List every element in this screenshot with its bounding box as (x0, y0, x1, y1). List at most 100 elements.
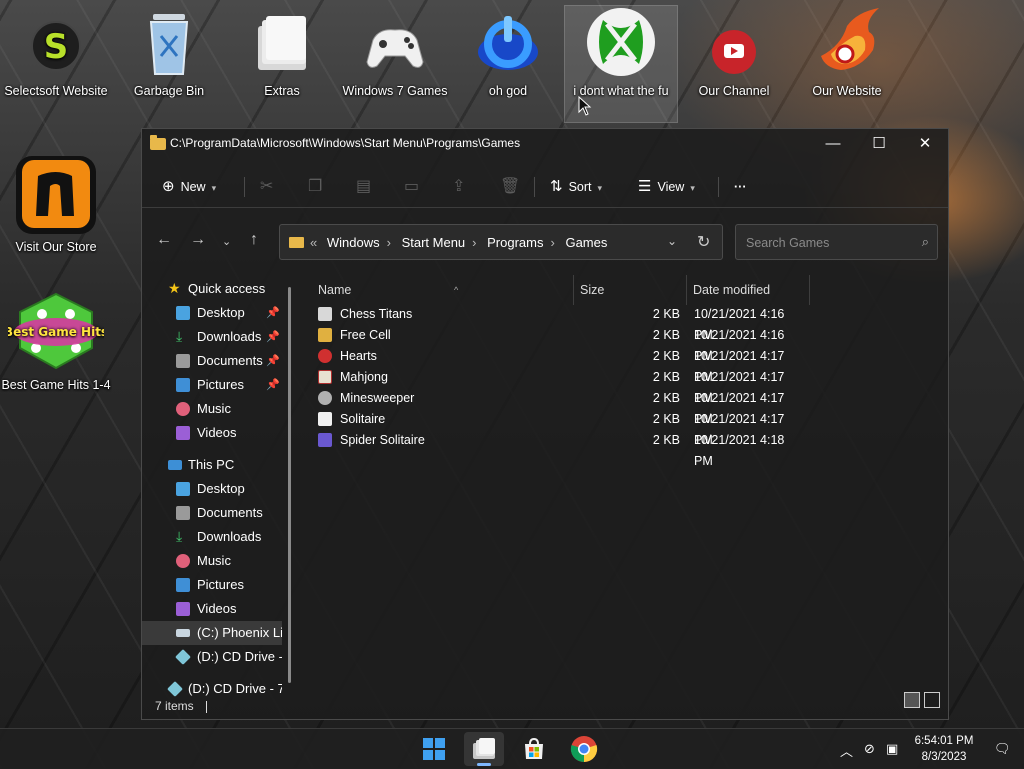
sidebar-item-documents[interactable]: Documents 📌 (142, 349, 282, 373)
minimize-button[interactable]: — (810, 129, 856, 159)
new-button[interactable]: ⊕ New ▾ (162, 175, 216, 199)
sidebar-item-pc-documents[interactable]: Documents (142, 501, 282, 525)
rename-button[interactable]: ▭ (404, 175, 419, 199)
pin-icon[interactable]: 📌 (266, 325, 280, 349)
breadcrumb-item-games[interactable]: Games (565, 235, 607, 250)
pin-icon[interactable]: 📌 (266, 373, 280, 397)
chevron-right-icon[interactable]: › (387, 235, 391, 250)
close-button[interactable]: ✕ (902, 129, 948, 159)
pin-icon[interactable]: 📌 (266, 349, 280, 373)
column-divider[interactable] (573, 275, 574, 305)
file-size: 2 KB (652, 433, 680, 447)
desktop-icon-label: Our Channel (698, 84, 770, 98)
search-box[interactable]: ⌕ (735, 224, 938, 260)
notifications-icon[interactable]: 🗨 (994, 741, 1011, 757)
rename-icon: ▭ (404, 178, 420, 195)
title-bar[interactable]: C:\ProgramData\Microsoft\Windows\Start M… (142, 129, 948, 159)
cut-button[interactable]: ✂ (260, 175, 273, 199)
desktop-icon-extras[interactable]: Extras (226, 6, 338, 98)
start-button[interactable] (414, 732, 454, 766)
recent-locations-chevron-icon[interactable]: ⌄ (222, 235, 231, 248)
back-arrow-icon[interactable]: ← (156, 231, 172, 249)
desktop-icon-garbage-bin[interactable]: Garbage Bin (113, 6, 225, 98)
sidebar-item-quick-access[interactable]: ★ Quick access (142, 277, 282, 301)
address-bar[interactable]: « Windows › Start Menu › Programs › Games ⌄… (279, 224, 723, 260)
file-name: Chess Titans (340, 307, 413, 321)
search-input[interactable] (744, 233, 908, 253)
delete-button[interactable]: 🗑 (500, 175, 520, 199)
column-header-label: Name (318, 283, 352, 297)
chevron-down-icon: ▾ (211, 183, 217, 193)
maximize-button[interactable]: ☐ (856, 129, 902, 159)
sidebar-item-pc-videos[interactable]: Videos (142, 597, 282, 621)
sidebar-item-drive-c[interactable]: (C:) Phoenix Lit (142, 621, 282, 645)
column-header-size[interactable]: Size (580, 275, 680, 305)
show-hidden-icons-chevron-icon[interactable]: ︿ (840, 741, 853, 760)
column-divider[interactable] (809, 275, 810, 305)
monitor-icon[interactable]: ▣ (886, 741, 898, 757)
chevron-down-icon: ▾ (690, 183, 695, 193)
desktop-icon-oh-god[interactable]: oh god (452, 6, 564, 98)
copy-button[interactable]: ❐ (308, 175, 322, 199)
sort-button[interactable]: ⇅ Sort ▾ (550, 175, 602, 199)
file-size: 2 KB (652, 307, 680, 321)
network-disconnected-icon[interactable]: ⊘ (864, 741, 875, 757)
taskbar-app-file-explorer[interactable] (464, 732, 504, 766)
new-button-label: New (180, 180, 206, 194)
chevron-right-icon[interactable]: › (472, 235, 476, 250)
table-row[interactable]: Mahjong 2 KB 10/21/2021 4:17 PM (314, 367, 804, 405)
refresh-icon[interactable]: ↻ (697, 232, 710, 252)
column-header-date-modified[interactable]: Date modified (693, 275, 803, 305)
breadcrumb-item-windows[interactable]: Windows (327, 235, 380, 250)
desktop-icon-our-website[interactable]: Our Website (791, 6, 903, 98)
desktop-icon-our-channel[interactable]: Our Channel (678, 6, 790, 98)
column-divider[interactable] (686, 275, 687, 305)
forward-arrow-icon[interactable]: → (190, 231, 206, 249)
pin-icon[interactable]: 📌 (266, 301, 280, 325)
table-row[interactable]: Solitaire 2 KB 10/21/2021 4:17 PM (314, 409, 804, 447)
search-icon[interactable]: ⌕ (922, 234, 929, 250)
taskbar-app-chrome[interactable] (564, 732, 604, 766)
sidebar-item-this-pc[interactable]: This PC (142, 453, 282, 477)
breadcrumb-item-start-menu[interactable]: Start Menu (402, 235, 466, 250)
sidebar-item-pictures[interactable]: Pictures 📌 (142, 373, 282, 397)
desktop-icon-windows-7-games[interactable]: Windows 7 Games (339, 6, 451, 98)
system-clock[interactable]: 6:54:01 PM 8/3/2023 (904, 733, 984, 765)
table-row[interactable]: Free Cell 2 KB 10/21/2021 4:16 PM (314, 325, 804, 363)
column-header-name[interactable]: Name ^ (318, 275, 568, 305)
sidebar-item-pc-pictures[interactable]: Pictures (142, 573, 282, 597)
star-icon: ★ (168, 280, 181, 296)
breadcrumb-overflow[interactable]: « (310, 235, 317, 250)
sidebar-item-pc-desktop[interactable]: Desktop (142, 477, 282, 501)
chevron-right-icon[interactable]: › (551, 235, 555, 250)
large-icons-view-icon[interactable] (924, 692, 940, 708)
up-arrow-icon[interactable]: ↑ (250, 231, 258, 249)
sidebar-item-music[interactable]: Music (142, 397, 282, 421)
sidebar-item-desktop[interactable]: Desktop 📌 (142, 301, 282, 325)
selectsoft-icon: S (20, 6, 92, 78)
table-row[interactable]: Spider Solitaire 2 KB 10/21/2021 4:18 PM (314, 430, 804, 468)
more-options-button[interactable]: ··· (734, 175, 747, 199)
table-row[interactable]: Minesweeper 2 KB 10/21/2021 4:17 PM (314, 388, 804, 426)
desktop-icon (176, 306, 190, 320)
address-dropdown-chevron-icon[interactable]: ⌄ (667, 234, 677, 248)
sidebar-item-label: (C:) Phoenix Lit (197, 625, 282, 640)
share-button[interactable]: ⇪ (452, 175, 465, 199)
desktop-icon-visit-our-store[interactable]: Visit Our Store (0, 150, 112, 254)
sidebar-item-drive-d-root[interactable]: (D:) CD Drive - 7 (142, 677, 282, 701)
view-button[interactable]: ☰ View ▾ (638, 175, 695, 199)
sidebar-item-videos[interactable]: Videos (142, 421, 282, 445)
table-row[interactable]: Hearts 2 KB 10/21/2021 4:17 PM (314, 346, 804, 384)
sidebar-item-pc-music[interactable]: Music (142, 549, 282, 573)
desktop-icon-best-game-hits[interactable]: Best Game Hits Best Game Hits 1-4 (0, 290, 112, 392)
table-row[interactable]: Chess Titans 2 KB 10/21/2021 4:16 PM (314, 304, 804, 342)
desktop-icon-selectsoft-website[interactable]: S Selectsoft Website (0, 6, 112, 98)
sidebar-item-drive-d[interactable]: (D:) CD Drive - (142, 645, 282, 669)
taskbar-app-microsoft-store[interactable] (514, 732, 554, 766)
breadcrumb-item-programs[interactable]: Programs (487, 235, 543, 250)
sidebar-scrollbar[interactable] (288, 287, 291, 683)
paste-button[interactable]: ▤ (356, 175, 371, 199)
sidebar-item-downloads[interactable]: ⤓ Downloads 📌 (142, 325, 282, 349)
details-view-icon[interactable] (904, 692, 920, 708)
sidebar-item-pc-downloads[interactable]: ⤓ Downloads (142, 525, 282, 549)
